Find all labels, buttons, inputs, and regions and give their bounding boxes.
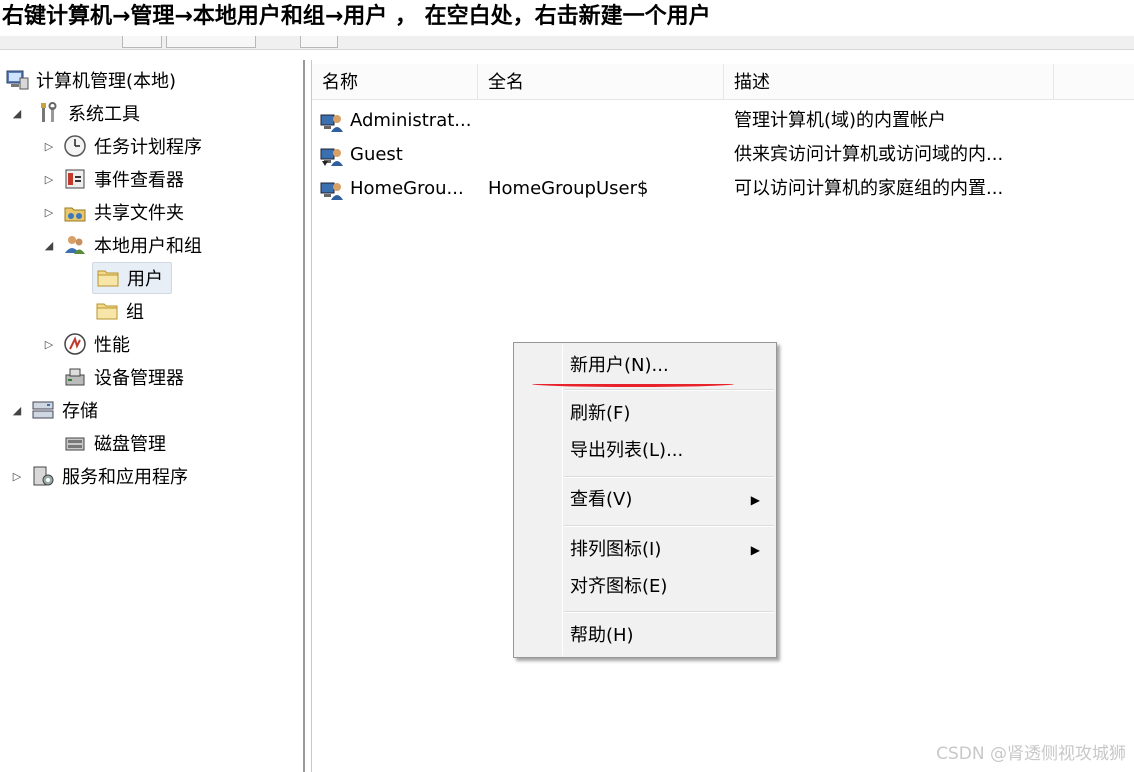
menu-item-label: 新用户(N)... bbox=[570, 355, 669, 376]
collapsed-arrow-icon[interactable]: ▷ bbox=[42, 338, 56, 351]
tree-item-label: 服务和应用程序 bbox=[62, 467, 188, 488]
menu-item-help[interactable]: 帮助(H) bbox=[570, 621, 770, 651]
expanded-arrow-icon[interactable]: ◢ bbox=[10, 107, 24, 120]
menu-item-refresh[interactable]: 刷新(F) bbox=[570, 399, 770, 429]
tree-item-label: 存储 bbox=[62, 401, 98, 422]
tree-item-system-tools[interactable]: ◢ 系统工具 bbox=[10, 97, 140, 129]
cell-name: Administrat... bbox=[350, 110, 472, 131]
toolbar-button[interactable] bbox=[122, 36, 162, 48]
storage-icon bbox=[30, 397, 56, 423]
services-icon bbox=[30, 463, 56, 489]
submenu-arrow-icon: ▶ bbox=[750, 493, 760, 507]
tree-item-label: 组 bbox=[126, 302, 144, 323]
tree-item-label: 共享文件夹 bbox=[94, 203, 184, 224]
tree-item-label: 事件查看器 bbox=[94, 170, 184, 191]
tree-item-label: 设备管理器 bbox=[94, 368, 184, 389]
menu-item-export-list[interactable]: 导出列表(L)... bbox=[570, 436, 770, 466]
expanded-arrow-icon[interactable]: ◢ bbox=[10, 404, 24, 417]
list-header: 名称 全名 描述 bbox=[312, 64, 1134, 100]
tools-icon bbox=[36, 100, 62, 126]
clock-icon bbox=[62, 133, 88, 159]
table-row[interactable]: Guest 供来宾访问计算机或访问域的内... bbox=[312, 138, 1134, 172]
folder-icon bbox=[95, 265, 121, 291]
tree-item-device-manager[interactable]: 设备管理器 bbox=[62, 361, 184, 393]
cell-fullname: HomeGroupUser$ bbox=[488, 178, 649, 199]
cell-description: 管理计算机(域)的内置帐户 bbox=[734, 110, 947, 131]
tree-item-storage[interactable]: ◢ 存储 bbox=[10, 394, 98, 426]
cell-fullname bbox=[488, 104, 724, 138]
menu-item-arrange-icons[interactable]: 排列图标(I) ▶ bbox=[570, 535, 770, 565]
tree-item-label: 磁盘管理 bbox=[94, 434, 166, 455]
menu-separator bbox=[564, 476, 774, 478]
toolbar-button[interactable] bbox=[166, 36, 256, 48]
tree-item-services-applications[interactable]: ▷ 服务和应用程序 bbox=[10, 460, 188, 492]
user-account-icon bbox=[320, 110, 344, 134]
tree-item-users[interactable]: 用户 bbox=[92, 262, 172, 294]
menu-item-label: 导出列表(L)... bbox=[570, 440, 684, 461]
tree-item-label: 系统工具 bbox=[68, 104, 140, 125]
instruction-banner: 右键计算机→管理→本地用户和组→用户 ， 在空白处，右击新建一个用户 bbox=[2, 4, 711, 29]
event-viewer-icon bbox=[62, 166, 88, 192]
menu-item-label: 查看(V) bbox=[570, 489, 633, 510]
device-manager-icon bbox=[62, 364, 88, 390]
watermark: CSDN @肾透侧视攻城狮 bbox=[936, 744, 1126, 764]
collapsed-arrow-icon[interactable]: ▷ bbox=[10, 470, 24, 483]
collapsed-arrow-icon[interactable]: ▷ bbox=[42, 173, 56, 186]
tree-item-local-users-groups[interactable]: ◢ 本地用户和组 bbox=[42, 229, 202, 261]
menu-item-label: 刷新(F) bbox=[570, 403, 631, 424]
tree-item-groups[interactable]: 组 bbox=[94, 295, 144, 327]
tree-item-event-viewer[interactable]: ▷ 事件查看器 bbox=[42, 163, 184, 195]
column-header-name[interactable]: 名称 bbox=[312, 64, 478, 100]
tree-item-label: 用户 bbox=[127, 269, 163, 290]
tree-item-disk-management[interactable]: 磁盘管理 bbox=[62, 427, 166, 459]
navigation-tree: 计算机管理(本地) ◢ 系统工具 ▷ 任务计划程序 ▷ 事件查看器 ▷ 共享文件… bbox=[0, 60, 305, 772]
tree-item-label: 性能 bbox=[94, 335, 130, 356]
cell-name: Guest bbox=[350, 144, 403, 165]
red-highlight-underline bbox=[532, 381, 734, 387]
table-row[interactable]: Administrat... 管理计算机(域)的内置帐户 bbox=[312, 104, 1134, 138]
collapsed-arrow-icon[interactable]: ▷ bbox=[42, 206, 56, 219]
menu-item-label: 帮助(H) bbox=[570, 625, 634, 646]
folder-icon bbox=[94, 298, 120, 324]
cell-description: 可以访问计算机的家庭组的内置... bbox=[734, 178, 1004, 199]
context-menu: 新用户(N)... 刷新(F) 导出列表(L)... 查看(V) ▶ 排列图标(… bbox=[513, 342, 777, 658]
guest-account-icon bbox=[320, 144, 344, 168]
menu-separator bbox=[564, 389, 774, 391]
tree-item-performance[interactable]: ▷ 性能 bbox=[42, 328, 130, 360]
computer-management-icon bbox=[4, 67, 30, 93]
toolbar-button[interactable] bbox=[300, 36, 338, 48]
menu-item-view[interactable]: 查看(V) ▶ bbox=[570, 485, 770, 515]
menu-separator bbox=[564, 611, 774, 613]
collapsed-arrow-icon[interactable]: ▷ bbox=[42, 140, 56, 153]
column-header-description[interactable]: 描述 bbox=[724, 64, 1054, 100]
submenu-arrow-icon: ▶ bbox=[750, 543, 760, 557]
menu-item-new-user[interactable]: 新用户(N)... bbox=[570, 351, 770, 381]
tree-item-computer-management[interactable]: 计算机管理(本地) bbox=[4, 64, 176, 96]
menu-separator bbox=[564, 525, 774, 527]
cell-fullname bbox=[488, 138, 724, 172]
tree-item-label: 本地用户和组 bbox=[94, 236, 202, 257]
menu-item-label: 排列图标(I) bbox=[570, 539, 662, 560]
expanded-arrow-icon[interactable]: ◢ bbox=[42, 239, 56, 252]
performance-icon bbox=[62, 331, 88, 357]
cell-description: 供来宾访问计算机或访问域的内... bbox=[734, 144, 1004, 165]
menu-item-align-icons[interactable]: 对齐图标(E) bbox=[570, 572, 770, 602]
user-account-icon bbox=[320, 178, 344, 202]
column-header-fullname[interactable]: 全名 bbox=[478, 64, 724, 100]
tree-item-shared-folders[interactable]: ▷ 共享文件夹 bbox=[42, 196, 184, 228]
shared-folder-icon bbox=[62, 199, 88, 225]
table-row[interactable]: HomeGrou... HomeGroupUser$ 可以访问计算机的家庭组的内… bbox=[312, 172, 1134, 206]
disk-icon bbox=[62, 430, 88, 456]
menu-item-label: 对齐图标(E) bbox=[570, 576, 668, 597]
tree-item-label: 计算机管理(本地) bbox=[36, 71, 177, 92]
users-group-icon bbox=[62, 232, 88, 258]
cell-name: HomeGrou... bbox=[350, 178, 464, 199]
tree-item-task-scheduler[interactable]: ▷ 任务计划程序 bbox=[42, 130, 202, 162]
tree-item-label: 任务计划程序 bbox=[94, 137, 202, 158]
toolbar-strip bbox=[0, 36, 1134, 50]
menu-gutter bbox=[562, 345, 563, 655]
